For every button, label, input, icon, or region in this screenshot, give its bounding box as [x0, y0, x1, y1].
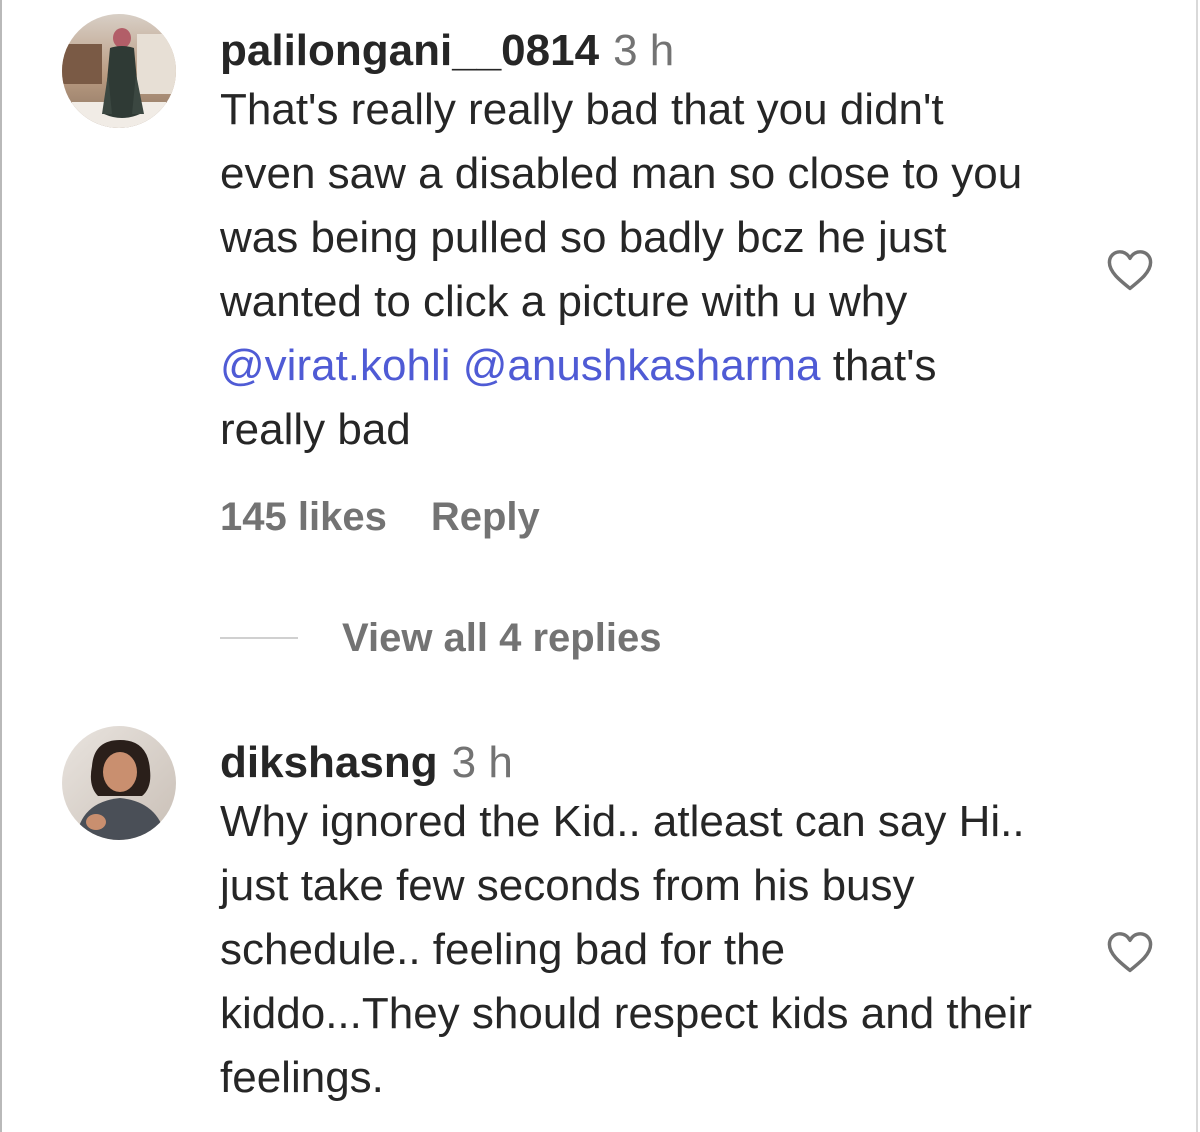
- mention-link[interactable]: @anushkasharma: [463, 341, 821, 390]
- comments-panel: palilongani__0814 3 h That's really reall…: [0, 0, 1198, 1132]
- likes-count[interactable]: 145 likes: [220, 495, 387, 539]
- avatar-image: [62, 726, 176, 840]
- comment-body: palilongani__0814 3 h That's really reall…: [220, 24, 1036, 542]
- avatar[interactable]: [62, 14, 176, 128]
- heart-icon[interactable]: [1102, 926, 1158, 978]
- username[interactable]: dikshasng: [220, 738, 438, 787]
- comment-text-body: That's really really bad that you didn't…: [220, 85, 1023, 326]
- comment-item: palilongani__0814 3 h That's really reall…: [62, 14, 1153, 574]
- avatar[interactable]: [62, 726, 176, 840]
- view-replies-button[interactable]: View all 4 replies: [220, 613, 661, 663]
- comment-item: dikshasng 3 h Why ignored the Kid.. atlea…: [62, 726, 1153, 1126]
- view-replies-label: View all 4 replies: [342, 615, 662, 660]
- mention-link[interactable]: @virat.kohli: [220, 341, 451, 390]
- comment-header: palilongani__0814 3 h: [220, 24, 1036, 78]
- timestamp[interactable]: 3 h: [452, 738, 513, 787]
- comment-text: That's really really bad that you didn't…: [220, 78, 1036, 462]
- comment-body: dikshasng 3 h Why ignored the Kid.. atlea…: [220, 736, 1036, 1110]
- comment-text: Why ignored the Kid.. atleast can say Hi…: [220, 797, 1033, 1102]
- comment-actions: 145 likes Reply: [220, 492, 1036, 542]
- heart-icon[interactable]: [1102, 244, 1158, 296]
- replies-divider: [220, 637, 298, 639]
- comment-header: dikshasng 3 h: [220, 736, 1036, 790]
- timestamp[interactable]: 3 h: [613, 26, 674, 75]
- reply-button[interactable]: Reply: [431, 495, 540, 539]
- avatar-image: [62, 14, 176, 128]
- username[interactable]: palilongani__0814: [220, 26, 599, 75]
